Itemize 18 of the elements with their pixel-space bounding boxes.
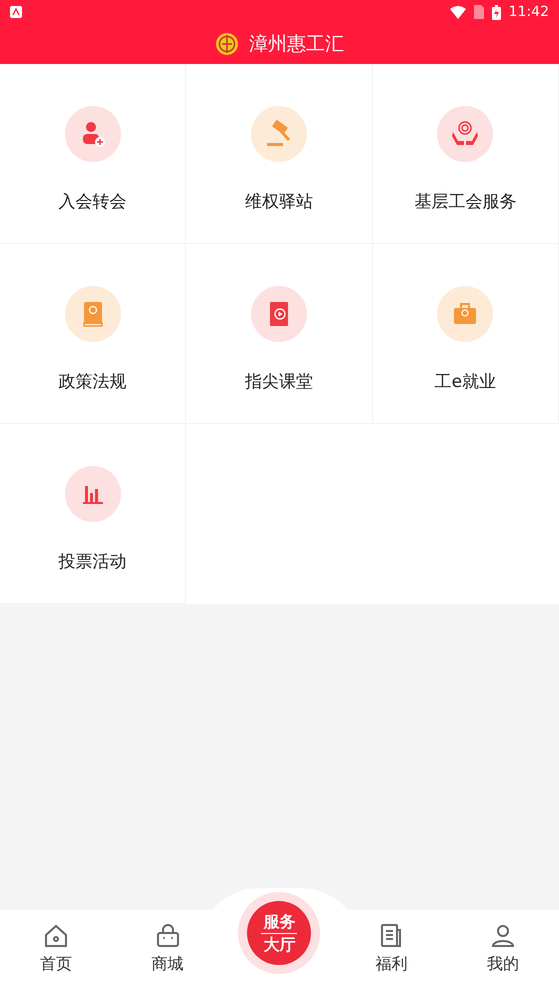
nav-tab[interactable]: 福利 bbox=[335, 922, 448, 976]
service-link[interactable]: 工e就业 bbox=[434, 370, 496, 396]
service-link[interactable]: 投票活动 bbox=[58, 550, 127, 576]
service-link[interactable]: 基层工会服务 bbox=[414, 190, 516, 216]
status-time: 11:42 bbox=[508, 2, 549, 22]
service-link[interactable]: 政策法规 bbox=[58, 370, 127, 396]
header-title: 漳州惠工汇 bbox=[249, 32, 344, 57]
service-link[interactable]: 维权驿站 bbox=[244, 190, 313, 216]
service-link[interactable]: 入会转会 bbox=[58, 190, 127, 216]
wifi-icon bbox=[450, 6, 466, 18]
battery-icon bbox=[492, 4, 501, 20]
nav-tab[interactable]: 我的 bbox=[447, 922, 559, 976]
no-sim-icon bbox=[474, 5, 484, 19]
service-link[interactable]: 指尖课堂 bbox=[244, 370, 313, 396]
nav-tab[interactable]: 首页 bbox=[0, 922, 112, 976]
nav-tab[interactable]: 商城 bbox=[112, 922, 224, 976]
app-notification-icon bbox=[10, 6, 22, 18]
union-logo-icon bbox=[215, 32, 239, 56]
